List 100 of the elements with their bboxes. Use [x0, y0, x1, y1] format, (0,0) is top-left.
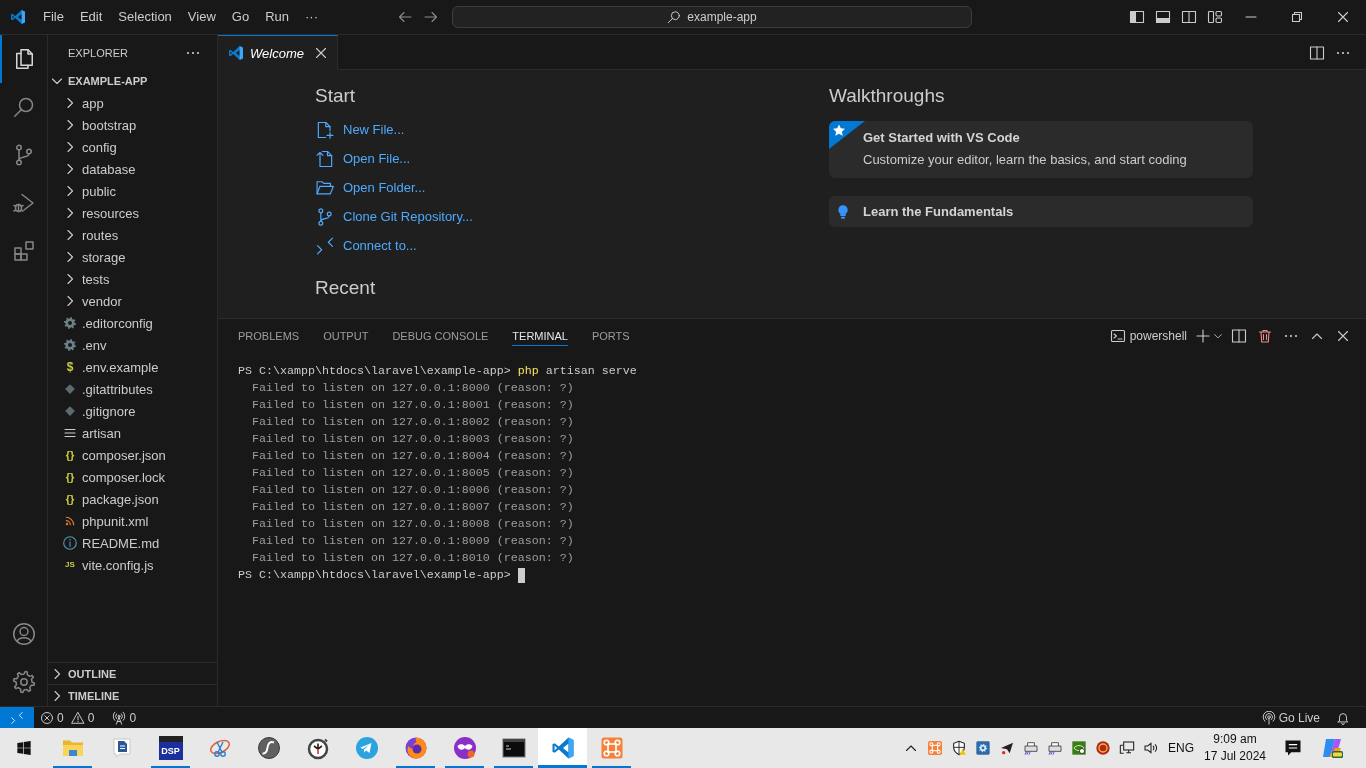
- eye-tile-icon[interactable]: [1071, 740, 1087, 756]
- play-bug-icon[interactable]: [11, 191, 36, 215]
- tree-item[interactable]: {} composer.json: [48, 444, 217, 466]
- shield-warning-icon[interactable]: [951, 740, 967, 756]
- tree-item[interactable]: .gitignore: [48, 400, 217, 422]
- panel-tab[interactable]: DEBUG CONSOLE: [392, 326, 489, 346]
- command-center[interactable]: example-app: [452, 6, 972, 28]
- file-icon: $: [62, 359, 78, 375]
- paper-plane-icon[interactable]: [999, 740, 1015, 756]
- ports-count[interactable]: 0: [129, 710, 137, 725]
- close-icon[interactable]: [1335, 9, 1351, 25]
- terminal-line: Failed to listen on 127.0.0.1:8010 (reason: ?): [252, 550, 574, 567]
- plus-icon[interactable]: [1195, 328, 1211, 344]
- app-logo-icon: [550, 736, 575, 760]
- settings-icon[interactable]: [11, 670, 36, 694]
- start-link[interactable]: Clone Git Repository...: [343, 209, 473, 224]
- tree-item[interactable]: JS vite.config.js: [48, 554, 217, 576]
- close-icon[interactable]: [313, 45, 329, 61]
- split-editor-icon[interactable]: [1309, 44, 1325, 61]
- section-header[interactable]: OUTLINE: [48, 662, 217, 684]
- walkthrough-card[interactable]: Learn the Fundamentals: [829, 196, 1253, 227]
- taskbar-button[interactable]: DSP: [146, 728, 195, 768]
- tree-item[interactable]: {} composer.lock: [48, 466, 217, 488]
- tree-item[interactable]: phpunit.xml: [48, 510, 217, 532]
- monitor-icon[interactable]: [1119, 740, 1135, 756]
- tree-item[interactable]: vendor: [48, 290, 217, 312]
- search-icon[interactable]: [11, 95, 36, 119]
- gear-tile-icon[interactable]: [975, 740, 991, 756]
- app-logo-icon: [228, 45, 244, 61]
- tree-item[interactable]: .gitattributes: [48, 378, 217, 400]
- blocks-icon[interactable]: [11, 239, 36, 263]
- panel-tab[interactable]: PORTS: [591, 326, 630, 346]
- account-icon[interactable]: [11, 622, 36, 646]
- tree-item[interactable]: config: [48, 136, 217, 158]
- tree-item[interactable]: storage: [48, 246, 217, 268]
- shapes-logo-icon[interactable]: [1320, 736, 1344, 760]
- tree-item[interactable]: .env: [48, 334, 217, 356]
- clock-time[interactable]: 9:09 am: [1213, 731, 1257, 748]
- editor-tab[interactable]: Welcome: [218, 35, 338, 70]
- menu-item[interactable]: View: [179, 6, 224, 28]
- file-icon: {}: [62, 469, 78, 485]
- warning-icon[interactable]: [70, 710, 85, 725]
- left-panel-icon[interactable]: [1129, 9, 1145, 25]
- antenna-icon[interactable]: [112, 710, 127, 725]
- menu-item[interactable]: Run: [257, 6, 297, 28]
- walkthrough-card[interactable]: Get Started with VS Code Customize your editor, learn the basics, and start coding: [829, 121, 1253, 178]
- tree-item[interactable]: README.md: [48, 532, 217, 554]
- error-icon[interactable]: [40, 710, 54, 725]
- tree-item[interactable]: public: [48, 180, 217, 202]
- clock-date[interactable]: 17 Jul 2024: [1203, 748, 1267, 765]
- app-logo-icon: [9, 9, 26, 25]
- panel-tab[interactable]: PROBLEMS: [238, 326, 300, 346]
- tree-item[interactable]: .editorconfig: [48, 312, 217, 334]
- printer-icon[interactable]: [1023, 740, 1039, 756]
- layout-icon[interactable]: [1207, 9, 1223, 25]
- panel-tab[interactable]: OUTPUT: [323, 326, 369, 346]
- tree-item[interactable]: $ .env.example: [48, 356, 217, 378]
- start-link[interactable]: Connect to...: [343, 238, 417, 253]
- broadcast-icon[interactable]: [1261, 710, 1276, 725]
- start-link[interactable]: Open File...: [343, 151, 411, 166]
- split-icon[interactable]: [1231, 328, 1247, 344]
- panel-tab[interactable]: TERMINAL: [512, 326, 568, 346]
- warning-count[interactable]: 0: [87, 710, 95, 725]
- language-indicator[interactable]: ENG: [1163, 741, 1199, 755]
- restore-icon[interactable]: [1289, 9, 1305, 25]
- emblem-icon[interactable]: [1095, 740, 1111, 756]
- menu-item[interactable]: Edit: [71, 6, 111, 28]
- tree-item[interactable]: database: [48, 158, 217, 180]
- bell-icon[interactable]: [1336, 710, 1350, 725]
- close-icon[interactable]: [1335, 328, 1351, 344]
- menu-item[interactable]: Go: [223, 6, 258, 28]
- start-link[interactable]: Open Folder...: [343, 180, 426, 195]
- speaker-icon[interactable]: [1143, 740, 1159, 756]
- go-live-link[interactable]: Go Live: [1278, 710, 1320, 725]
- terminal-profile[interactable]: powershell: [1109, 328, 1187, 344]
- arrow-left-icon[interactable]: [397, 9, 413, 25]
- printer-icon[interactable]: [1047, 740, 1063, 756]
- tree-item[interactable]: tests: [48, 268, 217, 290]
- folder-header[interactable]: EXAMPLE-APP: [48, 70, 217, 92]
- columns-icon[interactable]: [1181, 9, 1197, 25]
- message-icon[interactable]: [1283, 738, 1303, 758]
- trash-icon[interactable]: [1257, 328, 1273, 344]
- tree-item[interactable]: routes: [48, 224, 217, 246]
- open-file-icon: [315, 148, 335, 169]
- menu-item[interactable]: ···: [297, 6, 326, 28]
- bottom-panel-icon[interactable]: [1155, 9, 1171, 25]
- tree-item[interactable]: resources: [48, 202, 217, 224]
- tree-item[interactable]: bootstrap: [48, 114, 217, 136]
- tree-item[interactable]: app: [48, 92, 217, 114]
- tree-item[interactable]: artisan: [48, 422, 217, 444]
- menu-item[interactable]: File: [35, 6, 72, 28]
- terminal-line: Failed to listen on 127.0.0.1:8002 (reason: ?): [252, 414, 574, 431]
- menu-item[interactable]: Selection: [110, 6, 180, 28]
- knot-tile-icon[interactable]: [927, 740, 943, 756]
- error-count[interactable]: 0: [57, 710, 64, 725]
- remote-icon: [315, 235, 335, 256]
- tree-item[interactable]: {} package.json: [48, 488, 217, 510]
- card-description: Customize your editor, learn the basics, and start coding: [863, 151, 1188, 169]
- arrow-right-icon[interactable]: [423, 9, 439, 25]
- start-link[interactable]: New File...: [343, 122, 405, 137]
